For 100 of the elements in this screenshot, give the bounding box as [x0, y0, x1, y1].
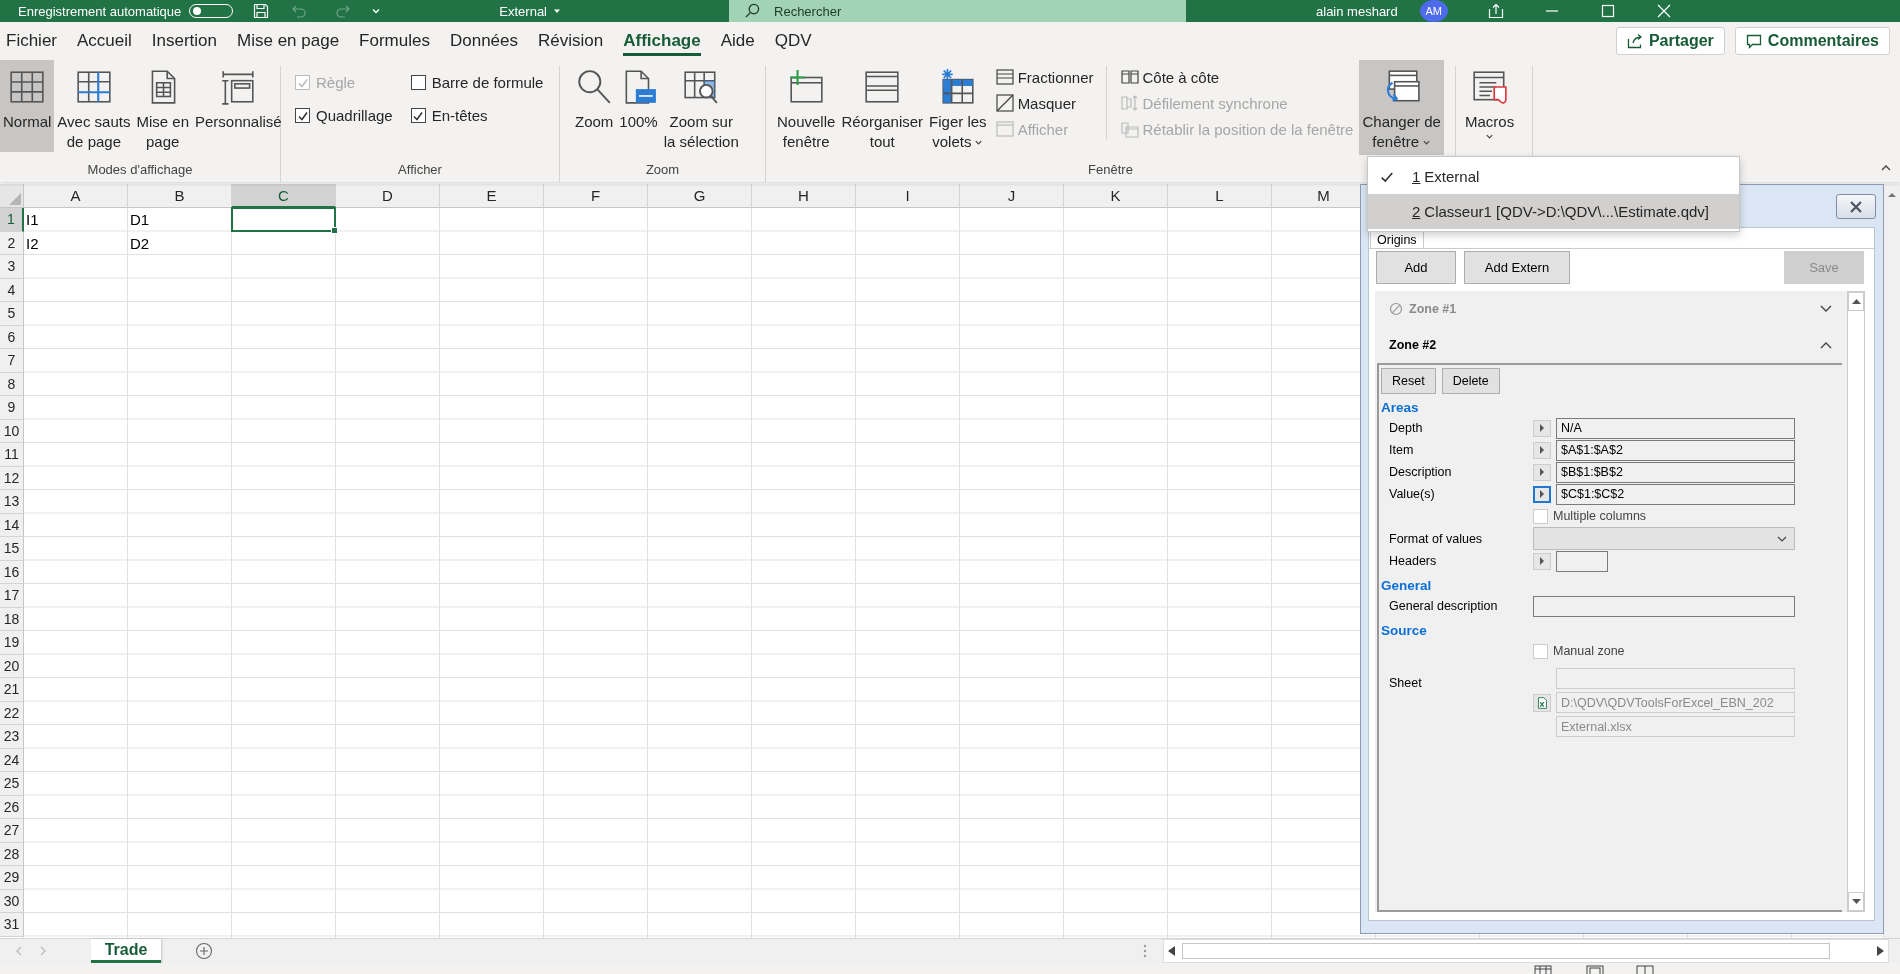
column-header[interactable]: C	[232, 184, 336, 208]
horizontal-scrollbar[interactable]	[1163, 939, 1889, 963]
zone-header[interactable]: Zone #2	[1375, 327, 1847, 363]
close-button[interactable]	[1836, 194, 1876, 219]
row-header[interactable]: 26	[0, 795, 24, 819]
ribbon-tab[interactable]: Aide	[720, 26, 755, 56]
row-header[interactable]: 10	[0, 419, 24, 443]
ribbon-tab[interactable]: Mise en page	[237, 26, 340, 56]
scroll-thumb[interactable]	[1182, 943, 1830, 959]
table-cell[interactable]: I2	[24, 231, 128, 255]
ribbon-tab[interactable]: Affichage	[623, 26, 701, 56]
ribbon-button[interactable]: Figer les volets	[926, 60, 990, 155]
row-header[interactable]: 30	[0, 889, 24, 913]
ribbon-button[interactable]: Personnalisé	[192, 60, 285, 152]
ribbon-button[interactable]: Mise en page	[133, 60, 192, 155]
row-header[interactable]: 2	[0, 231, 24, 255]
row-header[interactable]: 13	[0, 490, 24, 514]
range-picker-button[interactable]	[1533, 441, 1551, 459]
table-cell[interactable]: D2	[128, 231, 232, 255]
sheet-tab[interactable]: Trade	[91, 939, 161, 963]
ribbon-tab[interactable]: Insertion	[151, 26, 218, 56]
column-header[interactable]: L	[1168, 184, 1272, 208]
row-header[interactable]: 14	[0, 513, 24, 537]
share-button[interactable]: Partager	[1615, 27, 1725, 55]
column-header[interactable]: G	[648, 184, 752, 208]
range-picker-button[interactable]	[1533, 419, 1551, 437]
row-header[interactable]: 19	[0, 631, 24, 655]
column-header[interactable]: H	[752, 184, 856, 208]
ribbon-button[interactable]: Côte à côte	[1118, 66, 1356, 88]
triangle-left-icon[interactable]	[1167, 946, 1176, 956]
selected-cell[interactable]	[231, 207, 336, 232]
ribbon-button[interactable]: Réorganiser tout	[838, 60, 927, 155]
comments-button[interactable]: Commentaires	[1734, 27, 1890, 55]
column-header[interactable]: J	[960, 184, 1064, 208]
menu-item[interactable]: 2 Classeur1 [QDV->D:\QDV\...\Estimate.qdv]	[1368, 194, 1739, 229]
row-header[interactable]: 6	[0, 325, 24, 349]
column-header[interactable]: E	[440, 184, 544, 208]
row-header[interactable]: 23	[0, 725, 24, 749]
upload-icon[interactable]	[1487, 3, 1504, 19]
row-header[interactable]: 24	[0, 748, 24, 772]
row-header[interactable]: 28	[0, 842, 24, 866]
row-header[interactable]: 20	[0, 654, 24, 678]
caret-icon[interactable]	[553, 7, 561, 15]
row-header[interactable]: 18	[0, 607, 24, 631]
row-header[interactable]: 16	[0, 560, 24, 584]
zone-button[interactable]: Reset	[1381, 368, 1436, 394]
scroll-up-button[interactable]	[1848, 292, 1864, 311]
range-field[interactable]: $B$1:$B$2	[1556, 461, 1795, 483]
ribbon-tab[interactable]: Accueil	[77, 26, 132, 56]
column-header[interactable]: A	[24, 184, 128, 208]
ribbon-button[interactable]: 100%	[616, 60, 661, 152]
range-field[interactable]: $C$1:$C$2	[1556, 483, 1795, 505]
checkbox[interactable]	[410, 75, 426, 90]
ribbon-button[interactable]: Avec sauts de page	[54, 60, 134, 155]
ribbon-tab[interactable]: Révision	[538, 26, 604, 56]
panel-button[interactable]: Add Extern	[1464, 251, 1570, 284]
row-header[interactable]: 11	[0, 443, 24, 467]
triangle-up-icon[interactable]	[1887, 190, 1897, 200]
range-field[interactable]	[1556, 550, 1608, 572]
zone-button[interactable]: Delete	[1441, 368, 1500, 394]
search-field[interactable]: Rechercher	[729, 0, 1186, 22]
row-header[interactable]: 27	[0, 819, 24, 843]
ribbon-button[interactable]: Changer de fenêtre	[1359, 60, 1444, 155]
close-icon[interactable]	[1655, 3, 1672, 19]
ribbon-button[interactable]: Macros	[1462, 60, 1518, 152]
row-header[interactable]: 15	[0, 537, 24, 561]
range-picker-button[interactable]	[1533, 463, 1551, 481]
table-cell[interactable]: D1	[128, 208, 232, 232]
range-field[interactable]: $A$1:$A$2	[1556, 439, 1795, 461]
row-header[interactable]: 12	[0, 466, 24, 490]
ribbon-button[interactable]: Zoom sur la sélection	[660, 60, 742, 155]
column-header[interactable]: K	[1064, 184, 1168, 208]
panel-button[interactable]: Add	[1376, 251, 1456, 284]
range-picker-button[interactable]	[1533, 485, 1551, 503]
row-header[interactable]: 9	[0, 396, 24, 420]
row-header[interactable]: 29	[0, 866, 24, 890]
user-avatar[interactable]: AM	[1419, 0, 1448, 22]
table-cell[interactable]: I1	[24, 208, 128, 232]
customize-caret-icon[interactable]	[371, 6, 382, 16]
save-icon[interactable]	[253, 3, 270, 19]
range-field[interactable]: N/A	[1556, 417, 1795, 439]
row-header[interactable]: 22	[0, 701, 24, 725]
checkbox[interactable]	[295, 108, 310, 123]
page-break-icon[interactable]	[1636, 963, 1654, 974]
page-layout-icon[interactable]	[1586, 963, 1604, 974]
ribbon-button[interactable]: Nouvelle fenêtre	[774, 60, 839, 155]
ribbon-tab[interactable]: Formules	[359, 26, 430, 56]
vertical-scrollbar[interactable]	[1847, 291, 1865, 912]
scroll-down-button[interactable]	[1848, 892, 1864, 911]
row-header[interactable]: 1	[0, 208, 24, 232]
ribbon-button[interactable]: Zoom	[572, 60, 617, 152]
add-sheet-icon[interactable]	[195, 942, 213, 960]
spreadsheet-file-icon[interactable]	[1533, 693, 1551, 712]
ribbon-tab[interactable]: Données	[449, 26, 519, 56]
checkbox[interactable]	[410, 108, 426, 123]
sheet-field[interactable]	[1556, 668, 1795, 689]
splitter-handle-icon[interactable]	[1143, 944, 1147, 958]
row-header[interactable]: 3	[0, 255, 24, 279]
row-header[interactable]: 4	[0, 278, 24, 302]
range-picker-button[interactable]	[1533, 552, 1551, 570]
